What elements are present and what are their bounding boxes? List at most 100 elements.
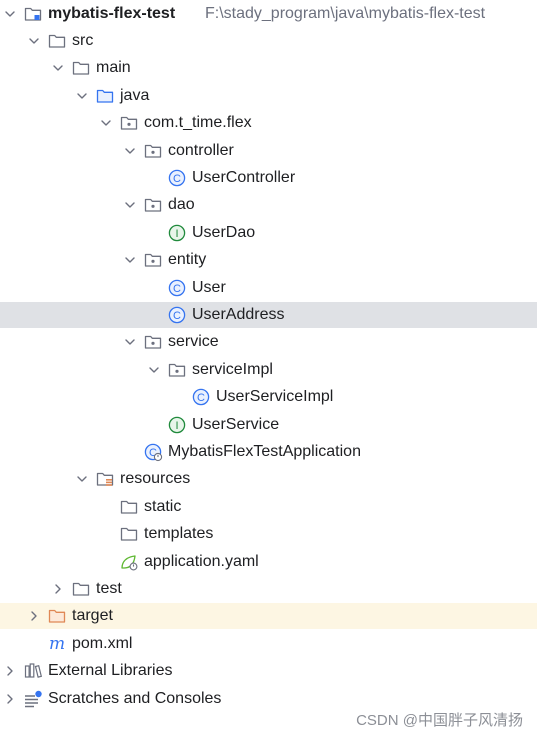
package-icon [142, 194, 164, 216]
tree-row[interactable]: main [0, 55, 537, 81]
chevron-down-icon[interactable] [120, 195, 140, 215]
tree-row[interactable]: C UserController [0, 165, 537, 191]
excluded-folder-icon [46, 605, 68, 627]
package-icon [142, 331, 164, 353]
chevron-down-icon[interactable] [96, 113, 116, 133]
svg-text:I: I [175, 420, 178, 432]
tree-row[interactable]: target [0, 603, 537, 630]
tree-row[interactable]: Scratches and Consoles [0, 686, 537, 712]
resources-folder-icon [94, 468, 116, 490]
chevron-down-icon[interactable] [72, 86, 92, 106]
tree-item-label: UserService [192, 415, 280, 433]
tree-row[interactable]: C User [0, 275, 537, 301]
class-icon: C [190, 386, 212, 408]
tree-row[interactable]: static [0, 494, 537, 520]
tree-item-label: External Libraries [48, 662, 173, 680]
tree-row[interactable]: External Libraries [0, 658, 537, 684]
folder-icon [46, 30, 68, 52]
package-icon [142, 140, 164, 162]
tree-item-label: UserController [192, 168, 296, 186]
tree-item-label: java [120, 86, 150, 104]
tree-item-label: templates [144, 525, 214, 543]
tree-item-label: static [144, 497, 182, 515]
tree-item-label: src [72, 31, 94, 49]
tree-item-label: controller [168, 141, 234, 159]
tree-item-label: entity [168, 251, 207, 269]
tree-row[interactable]: mybatis-flex-test F:\stady_program\java\m… [0, 1, 537, 27]
tree-row[interactable]: templates [0, 521, 537, 547]
tree-row[interactable]: I UserDao [0, 220, 537, 246]
tree-item-label: UserAddress [192, 305, 285, 323]
tree-item-label: pom.xml [72, 634, 133, 652]
maven-icon: m [46, 633, 68, 655]
folder-icon [70, 578, 92, 600]
tree-item-label: target [72, 607, 113, 625]
tree-row[interactable]: I UserService [0, 412, 537, 438]
folder-icon [70, 57, 92, 79]
tree-row[interactable]: src [0, 28, 537, 54]
chevron-down-icon[interactable] [120, 250, 140, 270]
tree-item-label: User [192, 278, 226, 296]
svg-text:C: C [173, 173, 181, 185]
interface-icon: I [166, 222, 188, 244]
svg-text:I: I [175, 228, 178, 240]
folder-icon [118, 496, 140, 518]
tree-item-label: application.yaml [144, 552, 259, 570]
chevron-right-icon[interactable] [48, 579, 68, 599]
tree-row[interactable]: test [0, 576, 537, 602]
chevron-down-icon[interactable] [0, 4, 20, 24]
libraries-icon [22, 660, 44, 682]
chevron-right-icon[interactable] [0, 689, 20, 709]
svg-text:C: C [173, 283, 181, 295]
tree-item-label: main [96, 59, 131, 77]
tree-item-label: mybatis-flex-test [48, 4, 176, 22]
tree-row[interactable]: java [0, 83, 537, 109]
tree-item-label: service [168, 333, 219, 351]
svg-text:C: C [173, 310, 181, 322]
tree-row[interactable]: dao [0, 192, 537, 218]
tree-item-label: com.t_time.flex [144, 114, 252, 132]
tree-row[interactable]: C UserServiceImpl [0, 384, 537, 410]
class-icon: C [166, 167, 188, 189]
tree-item-label: dao [168, 196, 195, 214]
tree-row[interactable]: com.t_time.flex [0, 110, 537, 136]
tree-row[interactable]: service [0, 329, 537, 355]
chevron-right-icon[interactable] [24, 606, 44, 626]
chevron-down-icon[interactable] [72, 469, 92, 489]
tree-item-label: Scratches and Consoles [48, 689, 222, 707]
chevron-right-icon[interactable] [0, 661, 20, 681]
scratches-icon [22, 688, 44, 710]
tree-item-label: serviceImpl [192, 360, 273, 378]
tree-row[interactable]: controller [0, 138, 537, 164]
chevron-down-icon[interactable] [48, 58, 68, 78]
chevron-down-icon[interactable] [120, 141, 140, 161]
tree-item-label: MybatisFlexTestApplication [168, 442, 361, 460]
tree-row[interactable]: entity [0, 247, 537, 273]
class-icon: C [166, 304, 188, 326]
spring-config-icon [118, 551, 140, 573]
project-path: F:\stady_program\java\mybatis-flex-test [205, 4, 486, 22]
package-icon [166, 359, 188, 381]
tree-row[interactable]: C MybatisFlexTestApplication [0, 439, 537, 465]
chevron-down-icon[interactable] [120, 332, 140, 352]
tree-row[interactable]: application.yaml [0, 549, 537, 575]
folder-icon [118, 523, 140, 545]
chevron-down-icon[interactable] [144, 360, 164, 380]
svg-text:C: C [197, 392, 205, 404]
tree-row[interactable]: m pom.xml [0, 631, 537, 657]
spring-boot-class-icon: C [142, 441, 164, 463]
package-icon [118, 112, 140, 134]
tree-item-label: UserDao [192, 223, 256, 241]
interface-icon: I [166, 414, 188, 436]
package-icon [142, 249, 164, 271]
tree-row[interactable]: C UserAddress [0, 301, 537, 328]
tree-item-label: resources [120, 470, 191, 488]
class-icon: C [166, 277, 188, 299]
tree-row[interactable]: resources [0, 466, 537, 492]
source-root-folder-icon [94, 85, 116, 107]
tree-row[interactable]: serviceImpl [0, 357, 537, 383]
svg-text:m: m [49, 634, 65, 654]
tree-item-label: UserServiceImpl [216, 388, 334, 406]
module-folder-icon [22, 3, 44, 25]
chevron-down-icon[interactable] [24, 31, 44, 51]
